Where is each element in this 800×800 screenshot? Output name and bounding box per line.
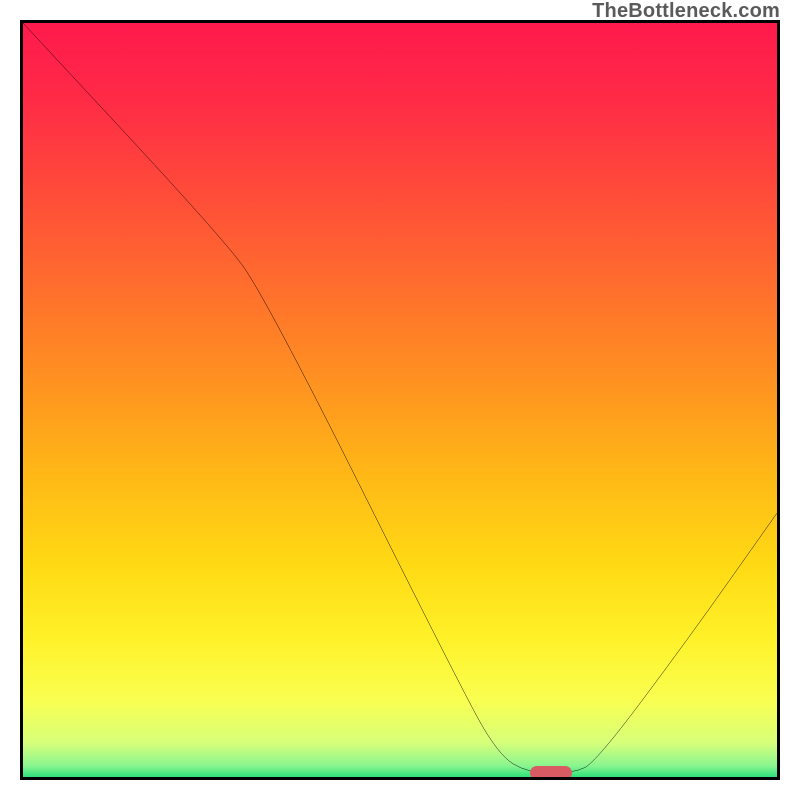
- chart-frame: [20, 20, 780, 780]
- chart-curve: [23, 23, 777, 777]
- optimal-point-marker: [530, 766, 572, 780]
- chart-container: TheBottleneck.com: [0, 0, 800, 800]
